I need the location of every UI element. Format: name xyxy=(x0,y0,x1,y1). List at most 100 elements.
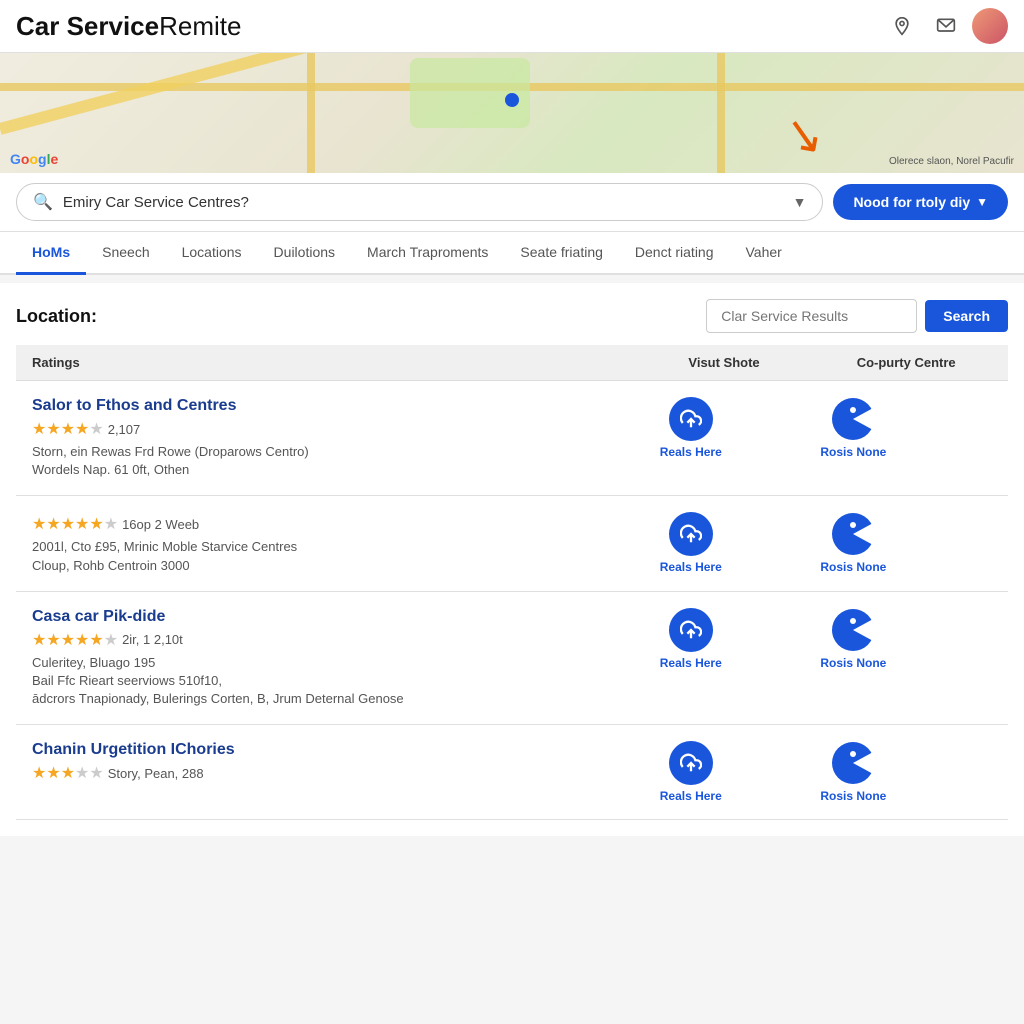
table-row: ★★★★★★ 16op 2 Weeb 2001l, Cto £95, Mrini… xyxy=(16,496,1008,591)
google-logo: Google xyxy=(10,151,58,167)
pacman-icon xyxy=(831,608,875,652)
search-box: 🔍 ▼ xyxy=(16,183,823,221)
rosis-none-button[interactable]: Rosis None xyxy=(820,608,886,670)
star-icon: ★ xyxy=(46,421,60,438)
avatar[interactable] xyxy=(972,8,1008,44)
map-background: ↘ Google Olerece slaon, Norel Pacufir xyxy=(0,53,1024,173)
clear-service-input[interactable] xyxy=(706,299,917,333)
tab-vaher[interactable]: Vaher xyxy=(730,232,798,275)
star-icon: ★ xyxy=(46,632,60,649)
pacman-icon-circle xyxy=(831,512,875,556)
col-copurty: Co-purty Centre xyxy=(804,345,1008,381)
need-button[interactable]: Nood for rtoly diy ▼ xyxy=(833,184,1008,220)
star-icon: ★ xyxy=(61,632,75,649)
upload-icon xyxy=(680,408,702,430)
star-icon: ★ xyxy=(32,421,46,438)
map-pin xyxy=(505,93,519,107)
upload-icon xyxy=(680,523,702,545)
map-copyright: Olerece slaon, Norel Pacufir xyxy=(889,156,1014,167)
result-address: Storn, ein Rewas Frd Rowe (Droparows Cen… xyxy=(32,443,628,479)
reals-here-label: Reals Here xyxy=(660,560,722,574)
rosis-none-button[interactable]: Rosis None xyxy=(820,741,886,803)
orange-arrow-indicator: ↘ xyxy=(779,104,828,166)
reals-here-button[interactable]: Reals Here xyxy=(660,512,722,574)
result-name: Casa car Pik-dide xyxy=(32,608,628,626)
result-info-cell: Salor to Fthos and Centres ★★★★★ 2,107 S… xyxy=(16,381,644,496)
star-icon: ★ xyxy=(32,516,46,533)
result-address: Culeritey, Bluago 195Bail Ffc Rieart see… xyxy=(32,654,628,709)
reals-here-label: Reals Here xyxy=(660,789,722,803)
star-icon: ★ xyxy=(75,516,89,533)
reals-here-button[interactable]: Reals Here xyxy=(660,741,722,803)
star-icon: ★ xyxy=(89,632,103,649)
table-row: Salor to Fthos and Centres ★★★★★ 2,107 S… xyxy=(16,381,1008,496)
col-ratings: Ratings xyxy=(16,345,644,381)
reals-here-button[interactable]: Reals Here xyxy=(660,397,722,459)
result-name: Salor to Fthos and Centres xyxy=(32,397,628,415)
star-icon: ★ xyxy=(46,765,60,782)
tab-locations[interactable]: Locations xyxy=(166,232,258,275)
upload-icon xyxy=(680,752,702,774)
star-icon: ★ xyxy=(75,421,89,438)
rosis-none-label: Rosis None xyxy=(820,445,886,459)
rosis-none-button[interactable]: Rosis None xyxy=(820,512,886,574)
search-dropdown-arrow[interactable]: ▼ xyxy=(793,194,807,210)
stars-group: ★★★★★ xyxy=(32,763,104,783)
address-line: Wordels Nap. 61 0ft, Othen xyxy=(32,461,628,479)
address-line: Cloup, Rohb Centroin 3000 xyxy=(32,557,628,575)
reals-here-button[interactable]: Reals Here xyxy=(660,608,722,670)
location-header: Location: Search xyxy=(16,299,1008,333)
action-cell-2: Rosis None xyxy=(804,725,1008,820)
tab-denct[interactable]: Denct riating xyxy=(619,232,730,275)
result-address: 2001l, Cto £95, Mrinic Moble Starvice Ce… xyxy=(32,538,628,574)
pacman-icon-circle xyxy=(831,397,875,441)
tab-homs[interactable]: HoMs xyxy=(16,232,86,275)
rating-count: 2,107 xyxy=(108,422,141,437)
result-name: Chanin Urgetition IChories xyxy=(32,741,628,759)
star-icon: ★ xyxy=(61,765,75,782)
tab-duilotions[interactable]: Duilotions xyxy=(258,232,351,275)
action-cell-1: Reals Here xyxy=(644,591,805,725)
rosis-none-label: Rosis None xyxy=(820,656,886,670)
map-area: ↘ Google Olerece slaon, Norel Pacufir xyxy=(0,53,1024,173)
location-section: Location: Search Ratings Visut Shote Co-… xyxy=(0,283,1024,836)
star-icon: ★ xyxy=(32,765,46,782)
rating-count: Story, Pean, 288 xyxy=(108,766,204,781)
message-icon xyxy=(936,16,956,36)
tab-sneech[interactable]: Sneech xyxy=(86,232,165,275)
star-icon: ★ xyxy=(61,516,75,533)
address-line: Storn, ein Rewas Frd Rowe (Droparows Cen… xyxy=(32,443,628,461)
rosis-none-button[interactable]: Rosis None xyxy=(820,397,886,459)
address-line: Bail Ffc Rieart seerviows 510f10, xyxy=(32,672,628,690)
result-stars-row: ★★★★★★ 16op 2 Weeb xyxy=(32,514,628,534)
rosis-none-label: Rosis None xyxy=(820,560,886,574)
message-icon-btn[interactable] xyxy=(928,8,964,44)
location-icon-btn[interactable] xyxy=(884,8,920,44)
star-icon: ★ xyxy=(89,765,103,782)
star-icon: ★ xyxy=(75,765,89,782)
reals-here-label: Reals Here xyxy=(660,656,722,670)
nav-tabs: HoMs Sneech Locations Duilotions March T… xyxy=(0,232,1024,275)
search-input[interactable] xyxy=(63,194,783,211)
table-header-row: Ratings Visut Shote Co-purty Centre xyxy=(16,345,1008,381)
result-stars-row: ★★★★★ Story, Pean, 288 xyxy=(32,763,628,783)
location-search-button[interactable]: Search xyxy=(925,300,1008,332)
star-icon: ★ xyxy=(89,516,103,533)
table-row: Casa car Pik-dide ★★★★★★ 2ir, 1 2,10t Cu… xyxy=(16,591,1008,725)
tab-march[interactable]: March Traproments xyxy=(351,232,504,275)
address-line: 2001l, Cto £95, Mrinic Moble Starvice Ce… xyxy=(32,538,628,556)
reals-here-label: Reals Here xyxy=(660,445,722,459)
action-cell-1: Reals Here xyxy=(644,725,805,820)
location-pin-icon xyxy=(892,16,912,36)
tab-seate[interactable]: Seate friating xyxy=(504,232,619,275)
pacman-icon-circle xyxy=(831,608,875,652)
stars-group: ★★★★★ xyxy=(32,419,104,439)
star-icon: ★ xyxy=(75,632,89,649)
address-line: ādcrors Tnapionady, Bulerings Corten, B,… xyxy=(32,690,628,708)
pacman-icon-circle xyxy=(831,741,875,785)
rosis-none-label: Rosis None xyxy=(820,789,886,803)
action-cell-2: Rosis None xyxy=(804,381,1008,496)
stars-group: ★★★★★★ xyxy=(32,630,118,650)
star-icon: ★ xyxy=(104,516,118,533)
result-info-cell: Casa car Pik-dide ★★★★★★ 2ir, 1 2,10t Cu… xyxy=(16,591,644,725)
